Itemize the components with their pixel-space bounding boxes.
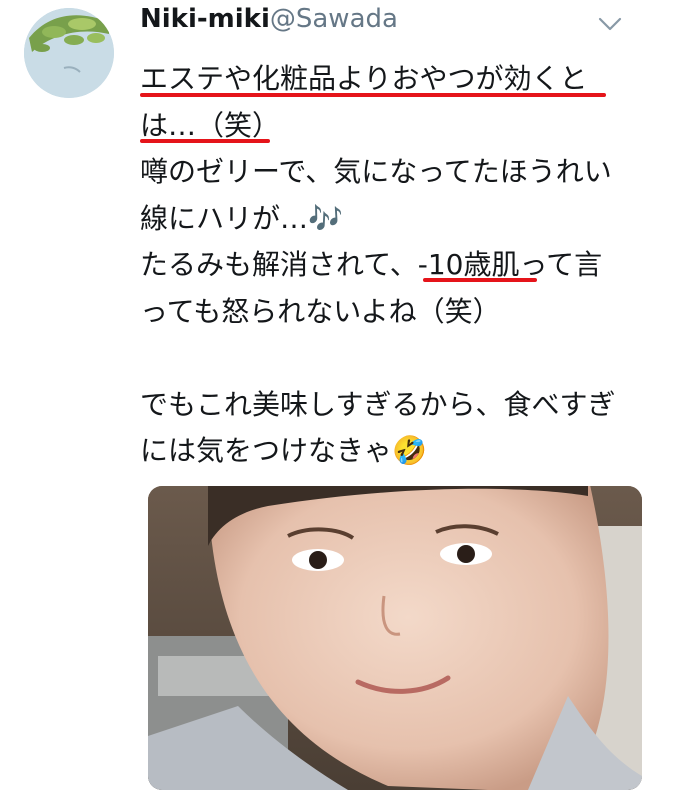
tweet-line: には気をつけなきゃ🤣 xyxy=(140,434,427,467)
tweet-line: 線にハリが…🎶 xyxy=(140,201,343,235)
red-underline xyxy=(423,278,537,282)
tweet-text: エステや化粧品よりおやつが効くと は…（笑） 噂のゼリーで、気になってたほうれい… xyxy=(140,56,660,475)
chevron-down-icon[interactable] xyxy=(598,16,622,32)
tweet-line: 噂のゼリーで、気になってたほうれい xyxy=(140,155,612,188)
selfie-photo xyxy=(148,486,642,790)
author-handle[interactable]: @Sawada xyxy=(270,4,398,34)
tweet-line: っても怒られないよね（笑） xyxy=(140,294,501,328)
tweet-header: Niki-miki @Sawada xyxy=(140,4,398,44)
tweet-media-photo[interactable] xyxy=(148,486,642,790)
red-underline xyxy=(140,93,606,97)
tweet-line: でもこれ美味しすぎるから、食べすぎ xyxy=(140,387,616,421)
avatar-image xyxy=(24,8,114,98)
tweet-line: たるみも解消されて、-10歳肌って言 xyxy=(140,248,603,281)
avatar[interactable] xyxy=(24,8,114,98)
red-underline xyxy=(140,139,270,143)
author-name[interactable]: Niki-miki xyxy=(140,4,270,34)
